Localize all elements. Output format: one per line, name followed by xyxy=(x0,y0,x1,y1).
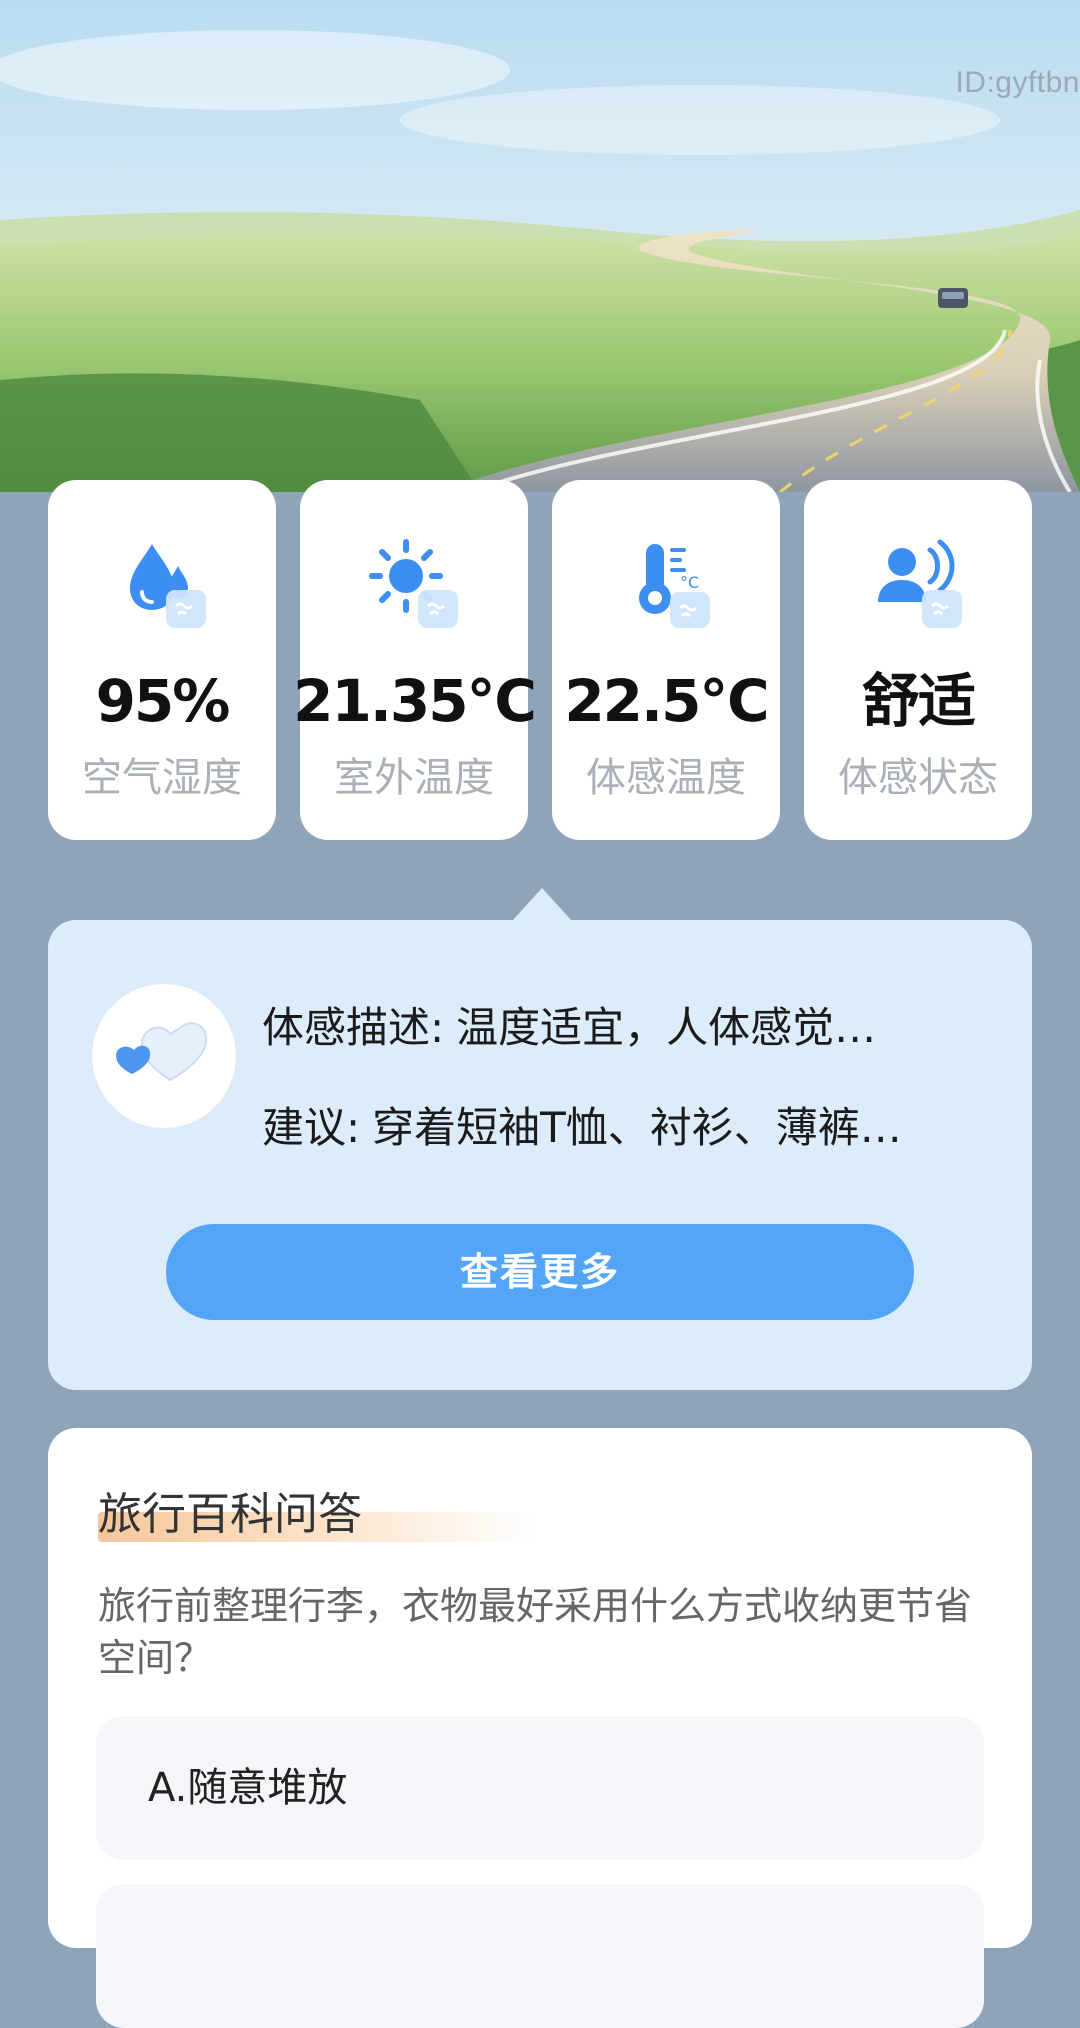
metric-card-outdoor-temp[interactable]: 21.35℃ 室外温度 xyxy=(293,480,537,840)
sun-icon xyxy=(369,539,458,628)
feel-description-label: 体感描述: xyxy=(262,1003,445,1052)
humidity-value: 95% xyxy=(95,667,231,735)
feel-description-text: 温度适宜，人体感觉… xyxy=(456,1003,877,1052)
comfort-description-panel: 体感描述: 温度适宜，人体感觉… 建议: 穿着短袖T恤、衬衫、薄裤… 查看更多 xyxy=(48,920,1032,1390)
outdoor-temp-value: 21.35℃ xyxy=(293,667,537,735)
panel-pointer xyxy=(512,888,572,921)
outdoor-temp-label: 室外温度 xyxy=(334,755,494,801)
comfort-value: 舒适 xyxy=(861,667,976,735)
clothing-advice-text: 穿着短袖T恤、衬衫、薄裤… xyxy=(372,1103,902,1152)
comfort-label: 体感状态 xyxy=(838,755,998,801)
quiz-option-b[interactable] xyxy=(96,1884,984,2028)
heart-icon xyxy=(116,1022,208,1082)
humidity-icon xyxy=(130,544,206,628)
quiz-title: 旅行百科问答 xyxy=(98,1489,362,1540)
svg-text:°C: °C xyxy=(680,573,699,592)
feels-like-value: 22.5℃ xyxy=(564,667,769,735)
user-id-watermark: ID:gyftbn xyxy=(955,66,1080,99)
clothing-advice-label: 建议: xyxy=(262,1103,361,1152)
humidity-label: 空气湿度 xyxy=(82,755,242,801)
view-more-button[interactable]: 查看更多 xyxy=(166,1224,914,1320)
quiz-question: 旅行前整理行李，衣物最好采用什么方式收纳更节省空间？ xyxy=(98,1584,973,1680)
travel-quiz-card: 旅行百科问答 旅行前整理行李，衣物最好采用什么方式收纳更节省空间？ A.随意堆放 xyxy=(48,1428,1032,2028)
thermometer-icon: °C xyxy=(639,544,710,628)
metric-card-feels-like[interactable]: °C 22.5℃ 体感温度 xyxy=(552,480,780,840)
heart-badge xyxy=(92,984,236,1128)
quiz-option-a[interactable]: A.随意堆放 xyxy=(96,1716,984,1860)
metric-card-humidity[interactable]: 95% 空气湿度 xyxy=(48,480,276,840)
weather-metrics: 95% 空气湿度 21.35℃ 室外温度 °C 22.5℃ 体感温度 舒适 体感… xyxy=(48,480,1032,840)
feel-description: 体感描述: 温度适宜，人体感觉… xyxy=(262,994,1002,1055)
hero-landscape-image: ID:gyftbn xyxy=(0,0,1080,492)
quiz-header: 旅行百科问答 xyxy=(98,1478,538,1542)
feels-like-label: 体感温度 xyxy=(586,755,746,801)
clothing-advice: 建议: 穿着短袖T恤、衬衫、薄裤… xyxy=(262,1094,1002,1155)
metric-card-comfort[interactable]: 舒适 体感状态 xyxy=(804,480,1032,840)
comfort-person-icon xyxy=(878,539,962,628)
